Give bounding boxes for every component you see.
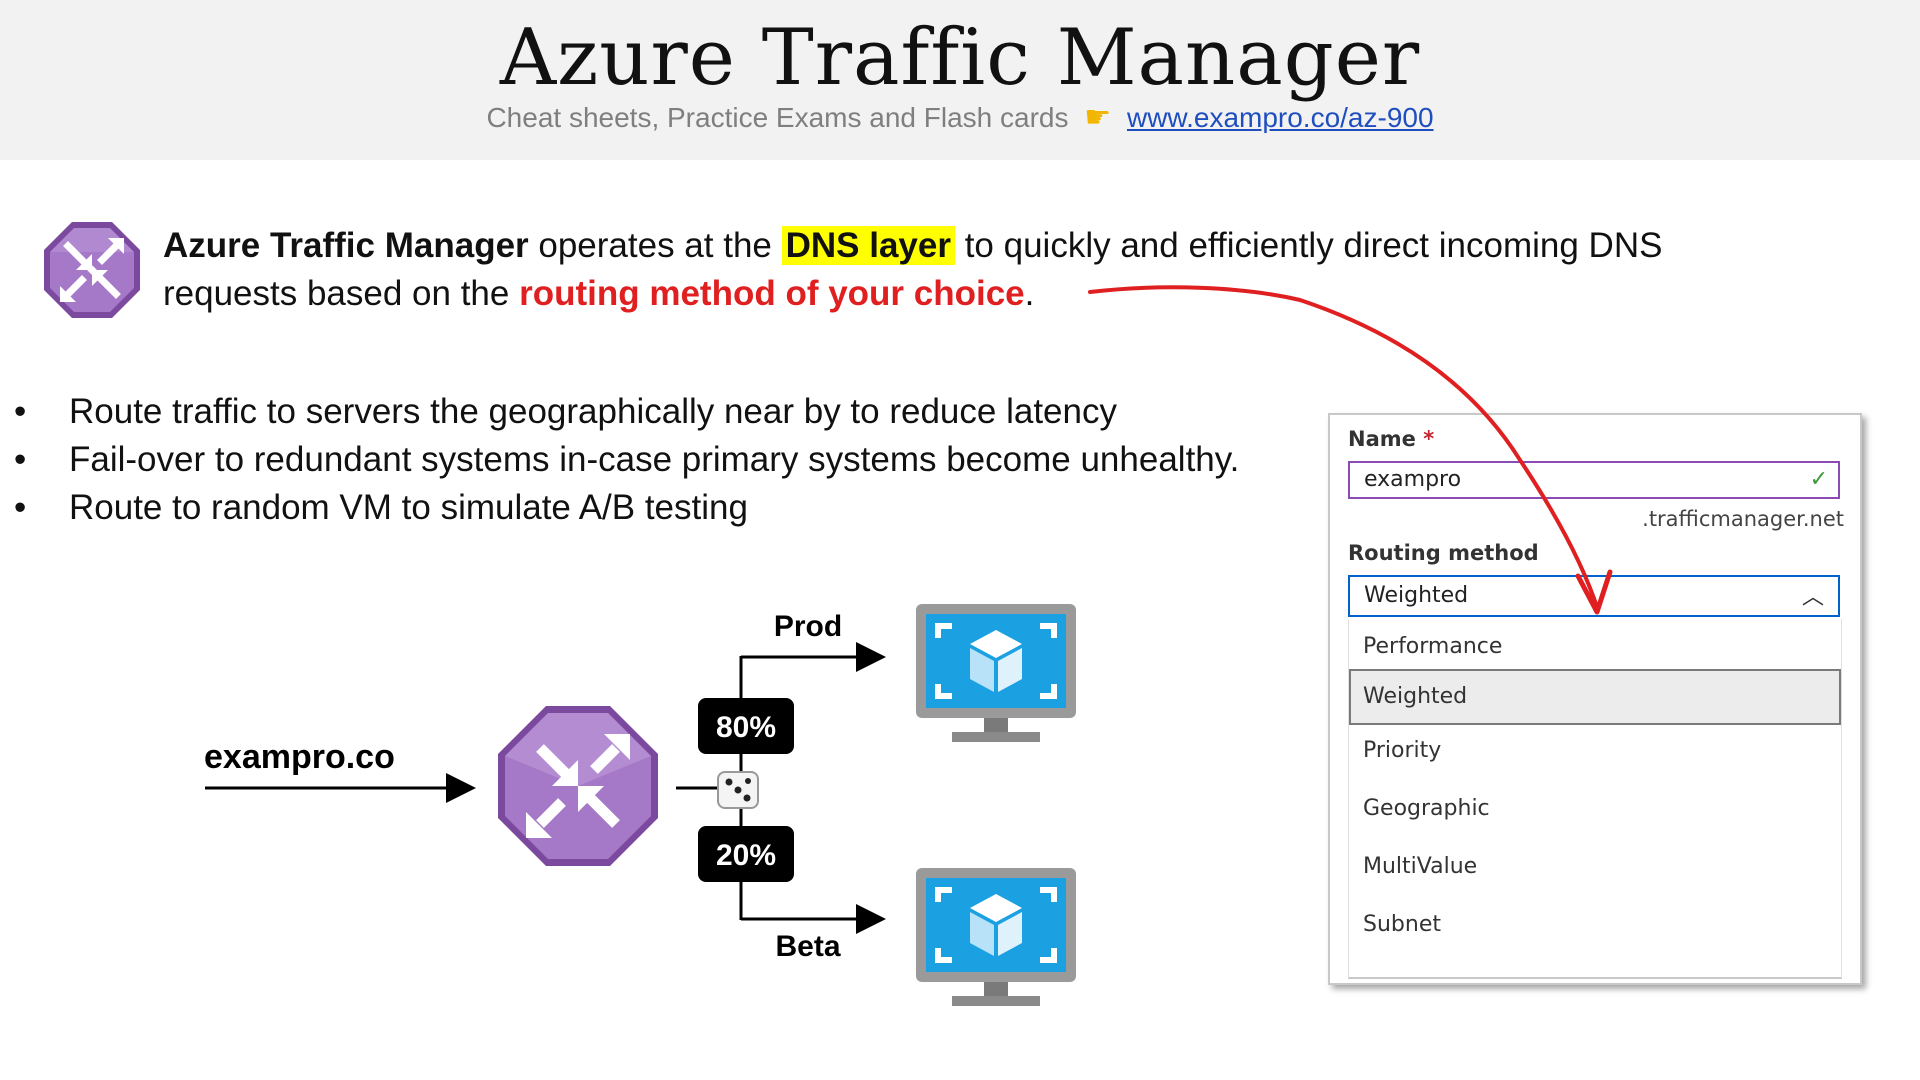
bullet-list: • Route traffic to servers the geographi…	[14, 388, 1314, 532]
beta-label: Beta	[775, 930, 840, 963]
list-item: • Fail-over to redundant systems in-case…	[14, 436, 1314, 484]
beta-vm-icon	[916, 868, 1076, 1006]
routing-method-select[interactable]: Weighted ︿	[1348, 575, 1840, 617]
checkmark-icon: ✓	[1809, 467, 1828, 492]
intro-bold: Azure Traffic Manager	[163, 226, 529, 265]
prod-label: Prod	[774, 610, 842, 643]
name-label: Name *	[1348, 427, 1434, 451]
required-asterisk: *	[1423, 427, 1435, 451]
pointing-hand-icon: ☛	[1084, 101, 1112, 134]
list-item: • Route traffic to servers the geographi…	[14, 388, 1314, 436]
exampro-link[interactable]: www.exampro.co/az-900	[1127, 102, 1434, 133]
chevron-up-icon: ︿	[1801, 585, 1824, 610]
dice-icon	[717, 771, 759, 809]
intro-text-1: operates at the	[528, 226, 782, 265]
list-item: • Route to random VM to simulate A/B tes…	[14, 484, 1314, 532]
routing-method-value: Weighted	[1364, 583, 1469, 608]
bullet-text: Route to random VM to simulate A/B testi…	[69, 488, 748, 527]
name-input-value: exampro	[1364, 467, 1462, 492]
traffic-manager-icon	[44, 222, 140, 318]
bullet-text: Route traffic to servers the geographica…	[69, 392, 1117, 431]
prod-percent: 80%	[716, 711, 776, 744]
dropdown-option-weighted[interactable]: Weighted	[1349, 669, 1841, 725]
bullet-dot: •	[14, 488, 27, 527]
prod-vm-icon	[916, 604, 1076, 742]
page-title: Azure Traffic Manager	[499, 13, 1421, 103]
dropdown-option-geographic[interactable]: Geographic	[1349, 781, 1841, 837]
subtitle-text: Cheat sheets, Practice Exams and Flash c…	[486, 102, 1069, 133]
routing-method-label: Routing method	[1348, 541, 1539, 565]
bullet-dot: •	[14, 440, 27, 479]
bullet-text: Fail-over to redundant systems in-case p…	[69, 440, 1240, 479]
intro-paragraph: Azure Traffic Manager operates at the DN…	[163, 222, 1723, 318]
intro-text-3: .	[1024, 274, 1035, 313]
dropdown-option-priority[interactable]: Priority	[1349, 723, 1841, 779]
routing-method-dropdown: Performance Weighted Priority Geographic…	[1348, 619, 1842, 979]
domain-suffix: .trafficmanager.net	[1642, 507, 1844, 531]
routing-diagram: exampro.co 80% 20% Prod Beta	[204, 604, 1076, 1006]
beta-percent: 20%	[716, 839, 776, 872]
dropdown-option-subnet[interactable]: Subnet	[1349, 897, 1841, 953]
header-banner: Azure Traffic Manager Cheat sheets, Prac…	[0, 0, 1920, 160]
traffic-manager-router-icon	[498, 706, 658, 866]
dns-layer-highlight: DNS layer	[781, 226, 955, 265]
traffic-manager-create-form: Name * exampro ✓ .trafficmanager.net Rou…	[1328, 413, 1862, 985]
bullet-dot: •	[14, 392, 27, 431]
routing-method-emphasis: routing method of your choice	[519, 274, 1025, 313]
dropdown-option-multivalue[interactable]: MultiValue	[1349, 839, 1841, 895]
dropdown-option-performance[interactable]: Performance	[1349, 619, 1841, 675]
name-label-text: Name	[1348, 427, 1416, 451]
source-domain-label: exampro.co	[204, 738, 395, 776]
subtitle: Cheat sheets, Practice Exams and Flash c…	[0, 100, 1920, 136]
name-input[interactable]: exampro ✓	[1348, 461, 1840, 499]
